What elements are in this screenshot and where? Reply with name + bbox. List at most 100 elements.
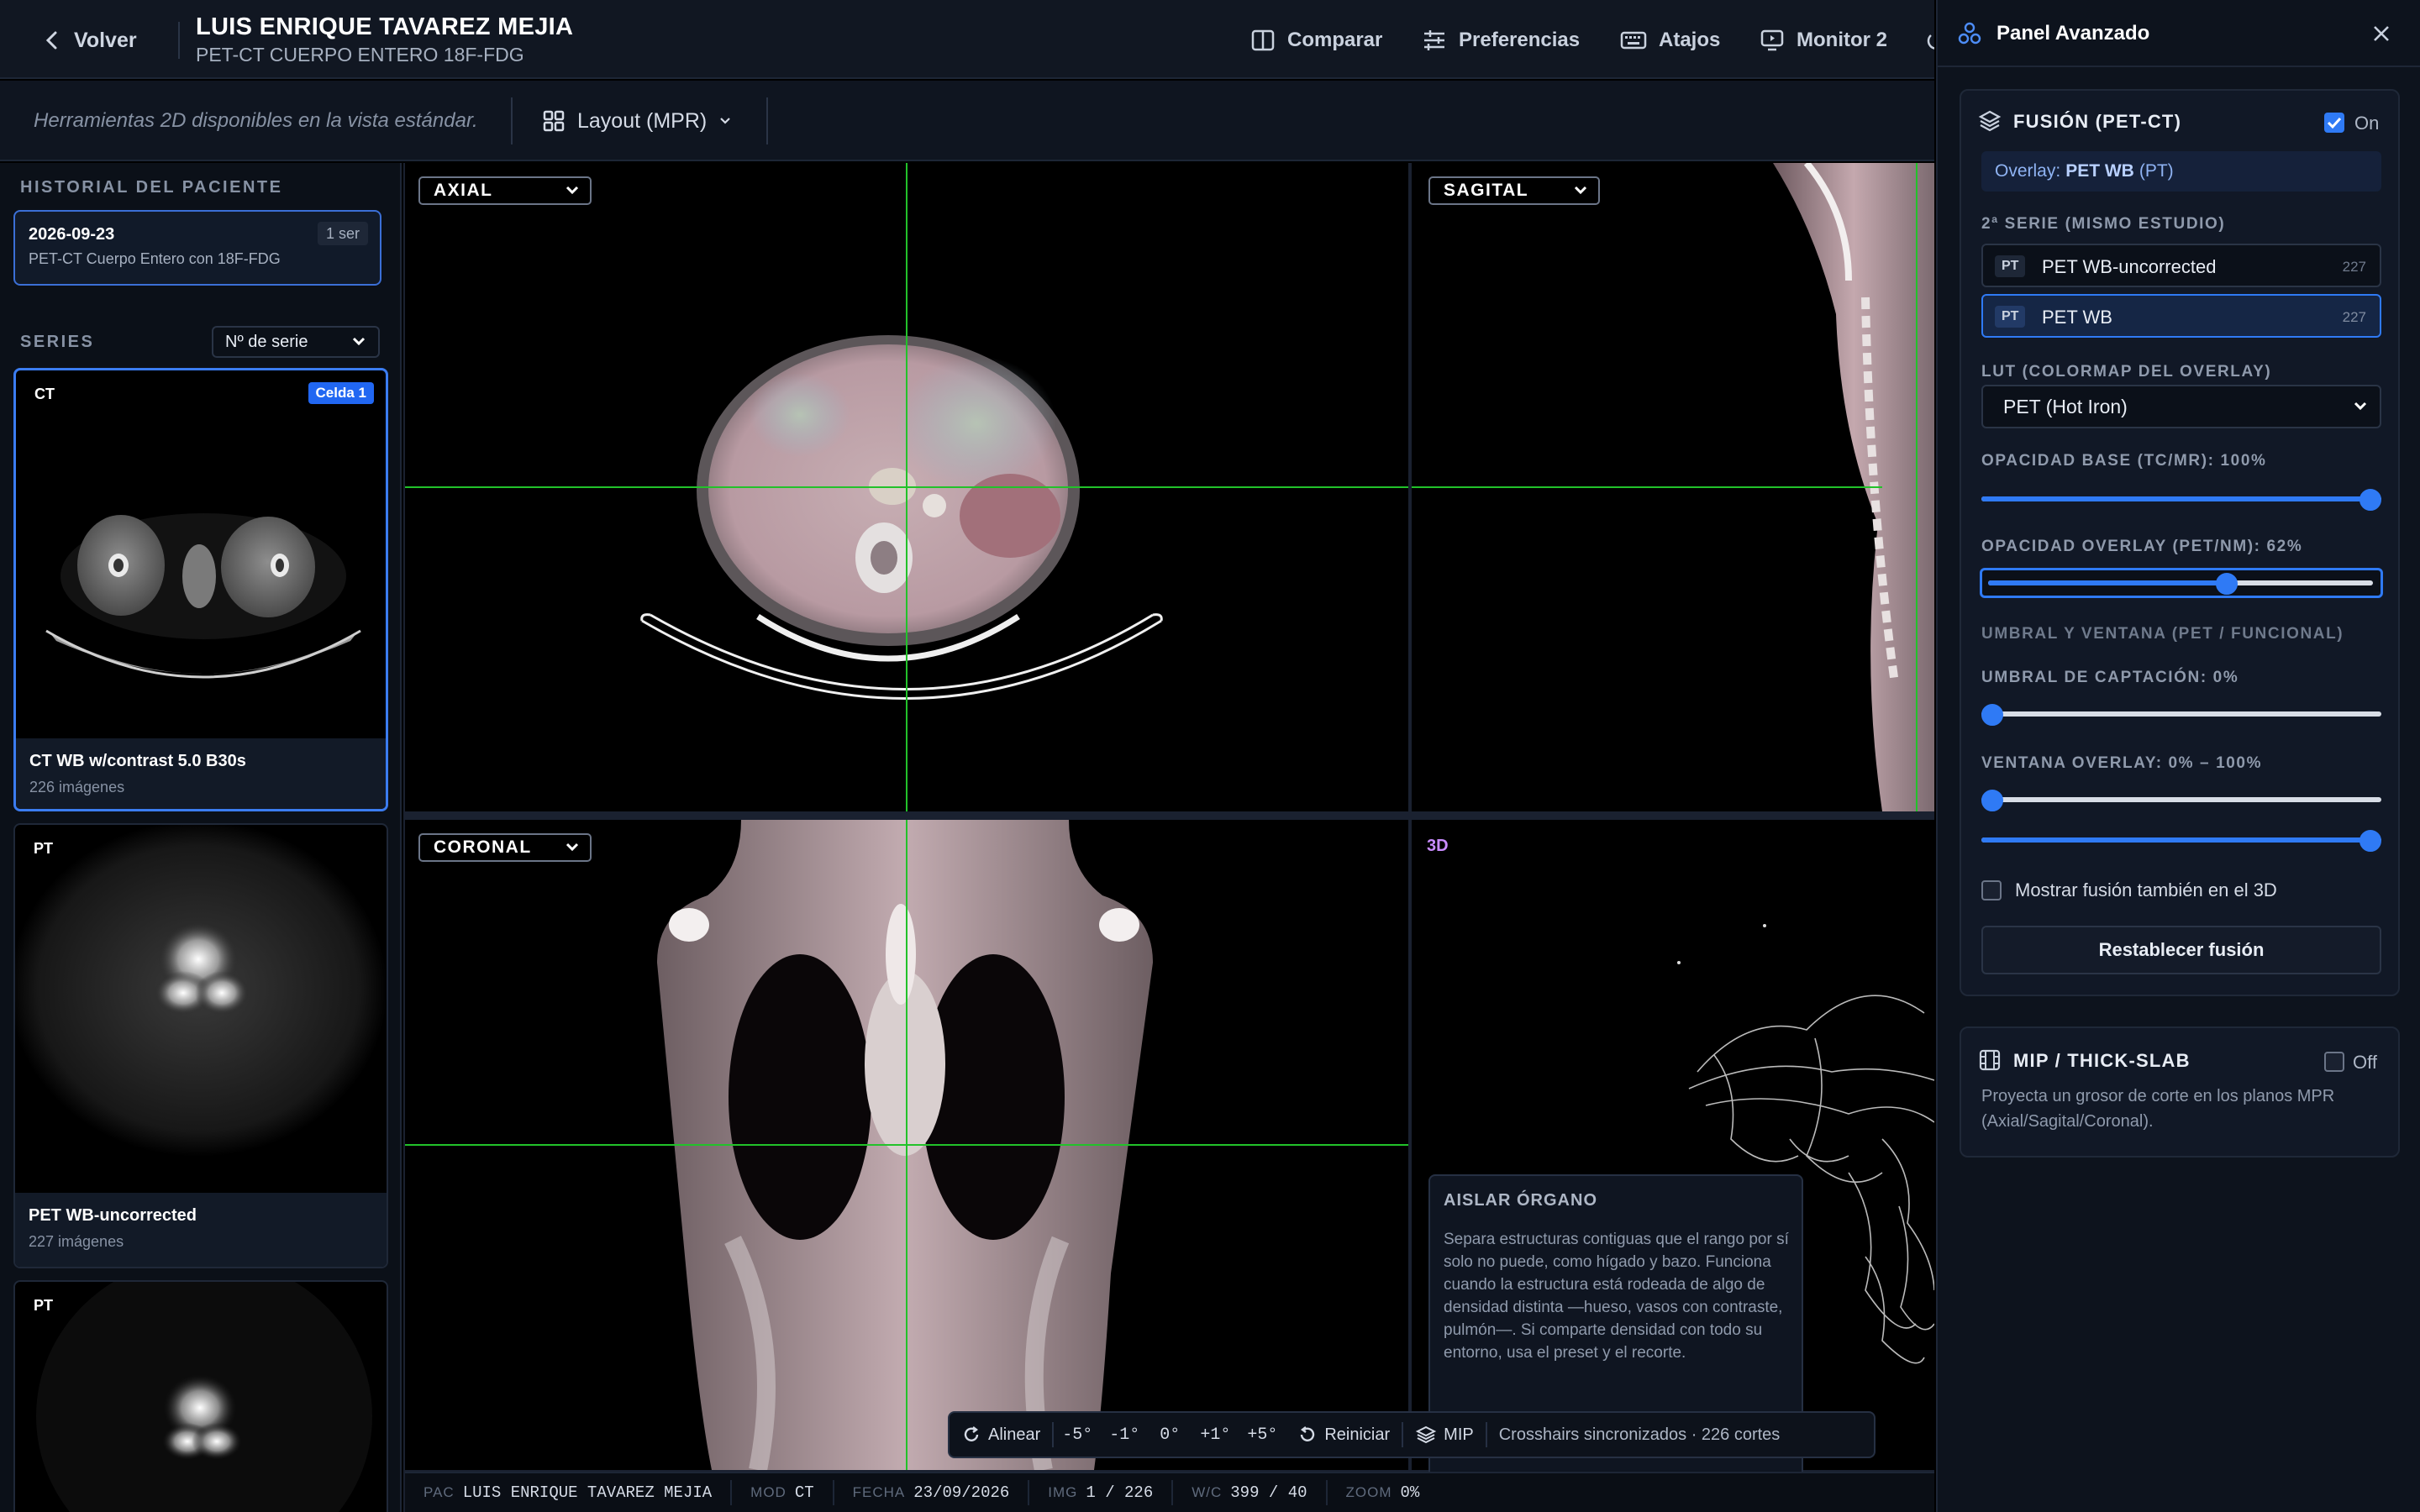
advanced-panel: Panel Avanzado FUSIÓN (PET-CT) On Overla… <box>1936 0 2420 1512</box>
uptake-slider[interactable] <box>1981 704 2381 726</box>
fusion-checkbox[interactable] <box>2324 113 2344 133</box>
status-bar: PAC LUIS ENRIQUE TAVAREZ MEJIA MOD CT FECH… <box>405 1472 1934 1512</box>
rotate-zero[interactable]: 0° <box>1148 1413 1192 1457</box>
power-icon[interactable] <box>1926 29 1934 52</box>
monitor-label: Monitor 2 <box>1797 29 1887 51</box>
keyboard-icon <box>1620 31 1647 50</box>
show-3d-label: Mostrar fusión también en el 3D <box>2015 879 2277 900</box>
divider <box>766 97 768 144</box>
status-window: W/C 399 / 40 <box>1173 1480 1328 1505</box>
divider <box>178 22 180 59</box>
layers-icon <box>1978 110 2002 132</box>
pet-thumbnail-image <box>36 1282 372 1512</box>
status-value: 23/09/2026 <box>913 1483 1010 1502</box>
monitor-button[interactable]: Monitor 2 <box>1760 24 1887 57</box>
second-series-label: 2ª SERIE (MISMO ESTUDIO) <box>1981 215 2226 233</box>
axial-image <box>405 163 1408 811</box>
modality-badge: PT <box>1995 306 2026 328</box>
back-button[interactable]: Volver <box>44 24 137 57</box>
series-sort-select[interactable]: Nº de serie <box>212 326 380 358</box>
layout-button[interactable]: Layout (MPR) <box>542 104 732 138</box>
lut-select[interactable]: PET (Hot Iron) <box>1981 385 2381 428</box>
rotate-minus-1[interactable]: -1° <box>1101 1413 1148 1457</box>
overlay-line: Overlay: PET WB (PT) <box>1995 161 2174 181</box>
window-low-slider[interactable] <box>1981 790 2381 811</box>
mpr-controls: Alinear -5° -1° 0° +1° +5° Reiniciar MIP… <box>948 1411 1876 1458</box>
status-value: 1 / 226 <box>1086 1483 1154 1502</box>
window-high-slider[interactable] <box>1981 830 2381 852</box>
base-opacity-slider[interactable] <box>1981 489 2381 511</box>
app-root: Volver LUIS ENRIQUE TAVAREZ MEJIA PET-CT… <box>0 0 2420 1512</box>
thumbnail-footer: CT WB w/contrast 5.0 B30s 226 imágenes <box>16 738 386 809</box>
status-key: PAC <box>424 1484 455 1500</box>
rotate-minus-5[interactable]: -5° <box>1054 1413 1101 1457</box>
series-thumbnail[interactable]: CT Celda 1 CT WB w/contrast 5.0 B30s 226… <box>13 368 388 811</box>
series-option-count: 227 <box>2342 309 2366 325</box>
reset-icon <box>1301 1426 1315 1441</box>
compare-label: Comparar <box>1287 29 1383 51</box>
coronal-orientation-select[interactable]: CORONAL <box>418 833 592 862</box>
film-icon <box>1979 1049 2001 1071</box>
sync-status: Crosshairs sincronizados · 226 cortes <box>1498 1425 1781 1444</box>
series-thumbnail[interactable]: PT <box>13 1280 388 1512</box>
modality-badge: PT <box>1995 255 2026 277</box>
status-key: MOD <box>750 1484 786 1500</box>
preferences-button[interactable]: Preferencias <box>1422 24 1580 57</box>
series-thumbnail[interactable]: PT PET WB-uncorrected 227 imágenes <box>13 823 388 1268</box>
monitor-icon <box>1760 29 1784 51</box>
panel-title: Panel Avanzado <box>1996 22 2150 45</box>
cell-badge: Celda 1 <box>308 382 374 404</box>
overlay-opacity-label: OPACIDAD OVERLAY (PET/NM): 62% <box>1981 538 2303 555</box>
threshold-section-label: UMBRAL Y VENTANA (PET / FUNCIONAL) <box>1981 625 2344 643</box>
3d-label: 3D <box>1427 837 1449 855</box>
overlay-suffix: (PT) <box>2139 161 2174 181</box>
modality-label: CT <box>34 386 55 402</box>
grid-icon <box>543 110 565 132</box>
mip-button[interactable]: MIP <box>1403 1413 1486 1457</box>
series-heading: SERIES <box>20 333 95 351</box>
sort-value: Nº de serie <box>225 332 308 351</box>
rotate-plus-1[interactable]: +1° <box>1192 1413 1239 1457</box>
overlay-opacity-slider[interactable] <box>1988 573 2373 595</box>
status-value: LUIS ENRIQUE TAVAREZ MEJIA <box>462 1483 713 1502</box>
thumbnail-footer: PET WB-uncorrected 227 imágenes <box>15 1193 387 1267</box>
shortcuts-button[interactable]: Atajos <box>1620 24 1720 57</box>
status-image: IMG 1 / 226 <box>1029 1480 1174 1505</box>
rotate-icon <box>964 1426 979 1441</box>
axial-viewport[interactable]: AXIAL <box>405 163 1408 811</box>
fusion-title: FUSIÓN (PET-CT) <box>2013 111 2182 132</box>
reset-fusion-button[interactable]: Restablecer fusión <box>1981 926 2381 974</box>
series-option[interactable]: PT PET WB-uncorrected 227 <box>1981 244 2381 287</box>
overlay-series: PET WB <box>2065 161 2134 181</box>
sagittal-orientation-select[interactable]: SAGITAL <box>1428 176 1600 205</box>
series-count-badge: 1 ser <box>318 222 369 245</box>
mip-title: MIP / THICK-SLAB <box>2013 1050 2191 1071</box>
mip-checkbox[interactable] <box>2324 1052 2344 1072</box>
rotate-plus-5[interactable]: +5° <box>1239 1413 1286 1457</box>
reset-button[interactable]: Reiniciar <box>1286 1413 1402 1457</box>
chevron-left-icon <box>45 31 57 50</box>
axial-orientation-select[interactable]: AXIAL <box>418 176 592 205</box>
show-3d-checkbox[interactable] <box>1981 880 2002 900</box>
compare-button[interactable]: Comparar <box>1250 24 1382 57</box>
close-icon[interactable] <box>2371 24 2391 44</box>
overlay-prefix: Overlay: <box>1995 161 2061 181</box>
align-label: Alinear <box>988 1425 1041 1444</box>
pet-thumbnail-image <box>15 825 387 1157</box>
lut-label: LUT (COLORMAP DEL OVERLAY) <box>1981 363 2272 381</box>
base-opacity-label: OPACIDAD BASE (TC/MR): 100% <box>1981 452 2267 470</box>
sagittal-image <box>1412 163 1934 811</box>
coronal-viewport[interactable]: CORONAL <box>405 820 1408 1470</box>
status-key: IMG <box>1048 1484 1078 1500</box>
series-option-count: 227 <box>2342 259 2366 275</box>
lut-value: PET (Hot Iron) <box>2003 395 2128 417</box>
chevron-down-icon <box>566 843 579 852</box>
coronal-label: CORONAL <box>434 837 532 857</box>
sagittal-viewport[interactable]: SAGITAL <box>1412 163 1934 811</box>
align-button[interactable]: Alinear <box>950 1413 1052 1457</box>
status-key: FECHA <box>852 1484 906 1500</box>
series-option-selected[interactable]: PT PET WB 227 <box>1981 294 2381 338</box>
split-view-icon <box>1251 29 1275 51</box>
history-date: 2026-09-23 <box>29 225 115 244</box>
history-heading: HISTORIAL DEL PACIENTE <box>20 178 283 197</box>
